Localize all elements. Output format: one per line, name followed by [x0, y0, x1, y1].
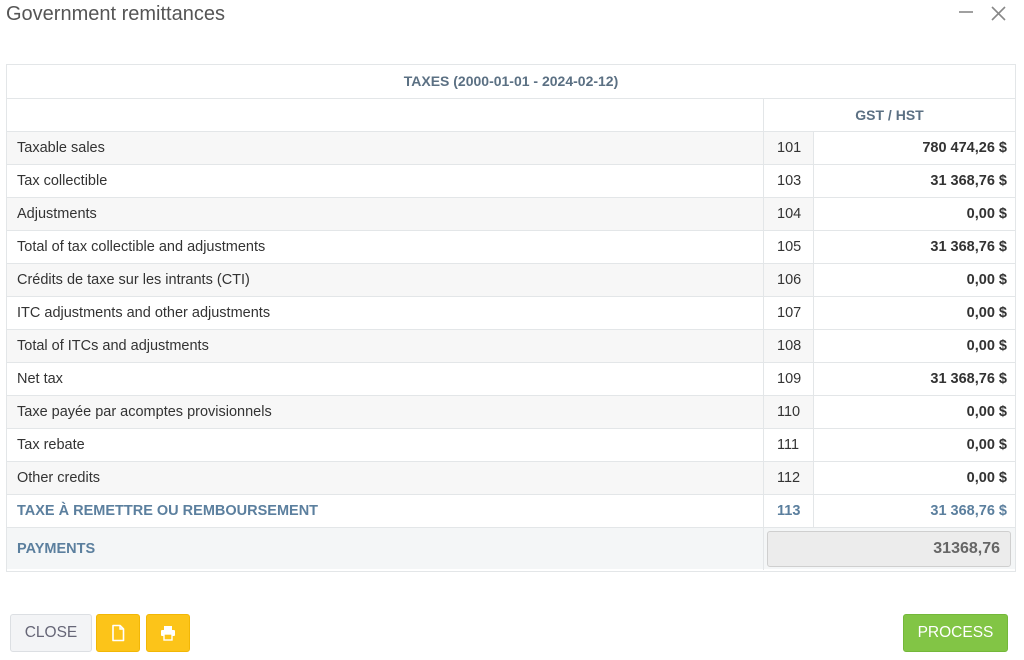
payments-input[interactable]: 31368,76 [767, 531, 1011, 567]
row-code: 105 [763, 231, 813, 264]
export-file-button[interactable] [96, 614, 140, 652]
row-label: Total of ITCs and adjustments [17, 338, 209, 354]
row-value: 0,00 $ [813, 297, 1015, 330]
payments-divider [763, 528, 764, 570]
row-label: Total of tax collectible and adjustments [17, 239, 266, 255]
row-code: 109 [763, 363, 813, 396]
close-button[interactable]: CLOSE [10, 614, 92, 652]
row-code: 107 [763, 297, 813, 330]
print-button[interactable] [146, 614, 190, 652]
column-header-row: GST / HST [7, 98, 1015, 132]
row-code: 101 [763, 132, 813, 165]
total-row: TAXE À REMETTRE OU REMBOURSEMENT 113 31 … [7, 494, 1015, 528]
row-value: 780 474,26 $ [813, 132, 1015, 165]
row-label: Other credits [17, 470, 100, 486]
window-close-button[interactable] [988, 4, 1008, 24]
table-row: ITC adjustments and other adjustments 10… [7, 296, 1015, 330]
row-label: Adjustments [17, 206, 97, 222]
row-code: 103 [763, 165, 813, 198]
table-row: Crédits de taxe sur les intrants (CTI) 1… [7, 263, 1015, 297]
table-row: Tax collectible 103 31 368,76 $ [7, 164, 1015, 198]
gst-hst-column-header: GST / HST [763, 99, 1015, 132]
row-label: ITC adjustments and other adjustments [17, 305, 271, 321]
table-row: Other credits 112 0,00 $ [7, 461, 1015, 495]
row-label: Taxe payée par acomptes provisionnels [17, 404, 272, 420]
table-row: Taxable sales 101 780 474,26 $ [7, 131, 1015, 165]
table-row: Total of ITCs and adjustments 108 0,00 $ [7, 329, 1015, 363]
table-row: Net tax 109 31 368,76 $ [7, 362, 1015, 396]
row-value: 0,00 $ [813, 429, 1015, 462]
row-value: 31 368,76 $ [813, 363, 1015, 396]
payments-label: PAYMENTS [17, 541, 96, 557]
row-value: 0,00 $ [813, 462, 1015, 495]
row-code: 113 [763, 495, 813, 528]
row-value: 0,00 $ [813, 330, 1015, 363]
row-value: 0,00 $ [813, 198, 1015, 231]
window-title: Government remittances [6, 3, 225, 25]
row-value: 0,00 $ [813, 264, 1015, 297]
title-bar: Government remittances [0, 0, 1024, 30]
print-icon [161, 626, 175, 641]
table-header: TAXES (2000-01-01 - 2024-02-12) [403, 73, 619, 89]
row-label: Tax collectible [17, 173, 108, 189]
file-icon [112, 624, 125, 642]
row-label: Tax rebate [17, 437, 85, 453]
taxes-table: TAXES (2000-01-01 - 2024-02-12) GST / HS… [6, 64, 1016, 572]
row-value: 31 368,76 $ [813, 495, 1015, 528]
row-label: Net tax [17, 371, 63, 387]
row-code: 104 [763, 198, 813, 231]
row-code: 110 [763, 396, 813, 429]
row-value: 31 368,76 $ [813, 231, 1015, 264]
minimize-button[interactable] [956, 4, 976, 24]
table-row: Total of tax collectible and adjustments… [7, 230, 1015, 264]
table-row: Adjustments 104 0,00 $ [7, 197, 1015, 231]
close-icon [991, 6, 1006, 21]
row-code: 106 [763, 264, 813, 297]
row-code: 108 [763, 330, 813, 363]
row-value: 31 368,76 $ [813, 165, 1015, 198]
process-button[interactable]: PROCESS [903, 614, 1008, 652]
table-row: Taxe payée par acomptes provisionnels 11… [7, 395, 1015, 429]
row-label: Crédits de taxe sur les intrants (CTI) [17, 272, 250, 288]
row-label: Taxable sales [17, 140, 105, 156]
table-row: Tax rebate 111 0,00 $ [7, 428, 1015, 462]
row-code: 112 [763, 462, 813, 495]
payments-row: PAYMENTS 31368,76 [7, 527, 1015, 570]
minimize-icon [959, 11, 973, 13]
row-code: 111 [763, 429, 813, 462]
row-label: TAXE À REMETTRE OU REMBOURSEMENT [17, 503, 319, 519]
row-value: 0,00 $ [813, 396, 1015, 429]
